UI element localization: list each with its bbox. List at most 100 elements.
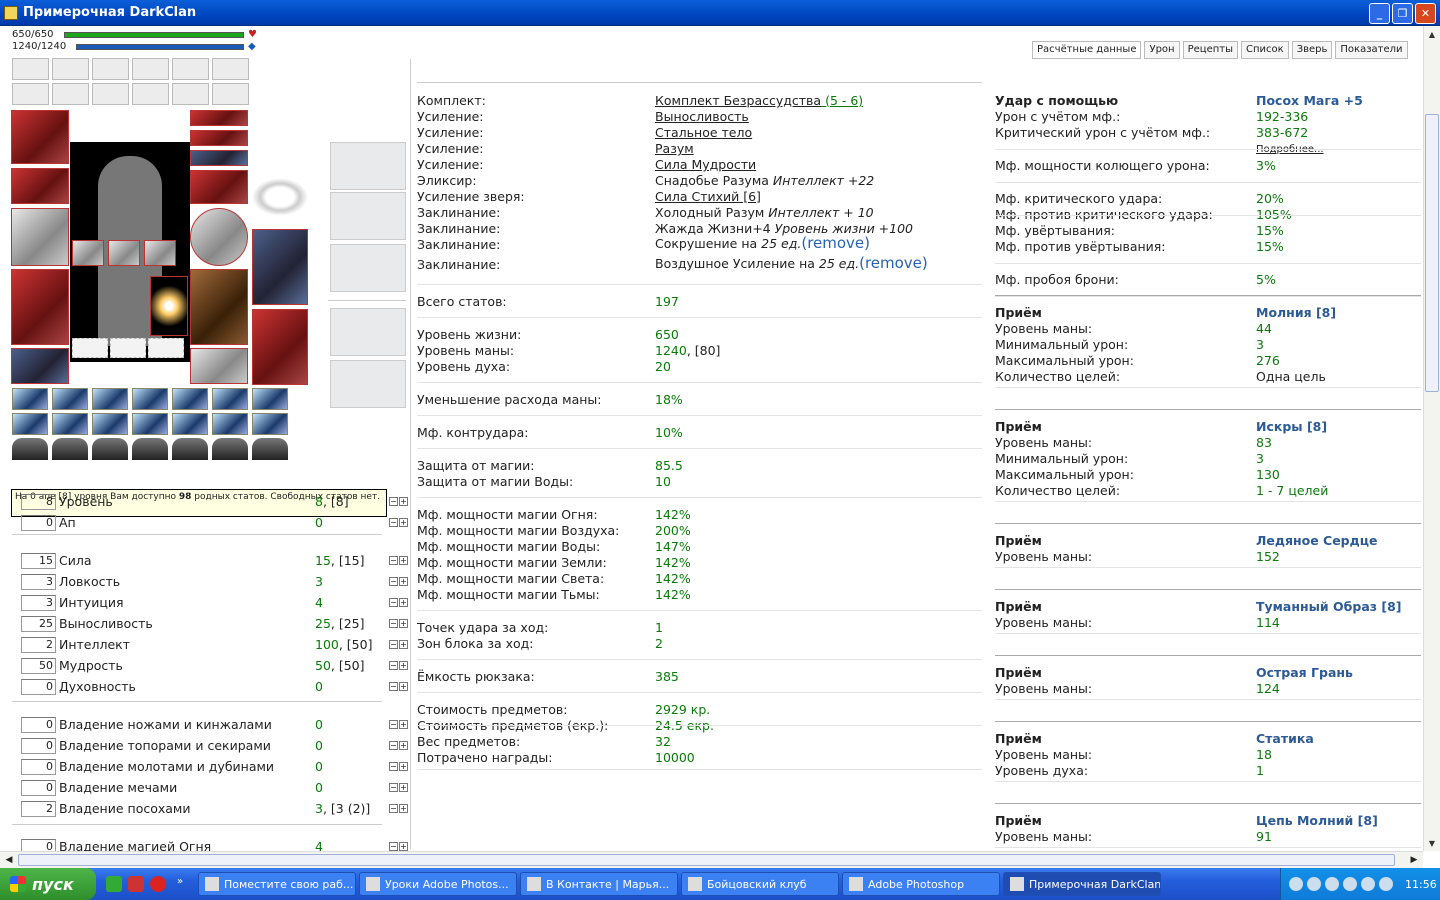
scroll-slot[interactable] [132, 58, 169, 80]
tab-5[interactable]: Показатели [1335, 41, 1408, 59]
scroll-slot[interactable] [52, 58, 89, 80]
skill-name[interactable]: Туманный Образ [8] [1256, 599, 1402, 614]
detail-link[interactable]: Стальное тело [655, 125, 752, 140]
rune-slot[interactable] [52, 388, 88, 410]
minus-icon[interactable]: − [389, 720, 398, 729]
plus-icon[interactable]: + [399, 804, 408, 813]
scroll-slot[interactable] [212, 58, 249, 80]
pet-hand-slot[interactable] [330, 192, 406, 240]
minus-icon[interactable]: − [389, 497, 398, 506]
tray-icon[interactable] [1325, 877, 1339, 891]
tab-0[interactable]: Расчётные данные [1032, 41, 1142, 59]
bracers-slot[interactable] [11, 168, 69, 204]
scroll-slot[interactable] [12, 58, 49, 80]
minus-icon[interactable]: − [389, 661, 398, 670]
stat-input[interactable]: 3 [21, 574, 56, 590]
taskbar-item[interactable]: Поместите свою раб... [198, 872, 356, 896]
stat-input[interactable]: 0 [21, 780, 56, 796]
rune-slot[interactable] [132, 413, 168, 435]
detail-link[interactable]: Разум [655, 141, 694, 156]
skill-name[interactable]: Молния [8] [1256, 305, 1336, 320]
pet-slot[interactable] [330, 244, 406, 292]
rings-slot[interactable] [190, 150, 248, 166]
stat-input[interactable]: 2 [21, 801, 56, 817]
skill-name[interactable]: Искры [8] [1256, 419, 1327, 434]
minus-icon[interactable]: − [389, 682, 398, 691]
chevron-icon[interactable]: » [172, 876, 188, 892]
pants-slot[interactable] [190, 269, 248, 345]
rune-slot[interactable] [172, 388, 208, 410]
minus-icon[interactable]: − [389, 804, 398, 813]
plus-icon[interactable]: + [399, 783, 408, 792]
tray-icon[interactable] [1289, 877, 1303, 891]
tab-3[interactable]: Список [1241, 41, 1289, 59]
scroll-slot[interactable] [92, 83, 129, 105]
start-button[interactable]: пуск [0, 868, 96, 900]
minus-icon[interactable]: − [389, 619, 398, 628]
helmet-slot[interactable] [11, 110, 69, 164]
detail-value[interactable]: Разум [655, 141, 694, 156]
plus-icon[interactable]: + [399, 518, 408, 527]
minus-icon[interactable]: − [389, 762, 398, 771]
close-button[interactable]: ✕ [1415, 3, 1436, 24]
weapon-slot[interactable] [11, 208, 69, 266]
window-titlebar[interactable]: Примерочная DarkClan _ ❐ ✕ [0, 0, 1440, 26]
remove-link[interactable]: (remove) [859, 254, 928, 272]
plus-icon[interactable]: + [399, 640, 408, 649]
rune-slot[interactable] [252, 413, 288, 435]
scroll-slot[interactable] [12, 83, 49, 105]
stat-input[interactable]: 0 [21, 759, 56, 775]
maximize-button[interactable]: ❐ [1392, 3, 1413, 24]
scroll-slot[interactable] [52, 83, 89, 105]
stat-input[interactable]: 0 [21, 738, 56, 754]
minus-icon[interactable]: − [389, 842, 398, 851]
minus-icon[interactable]: − [389, 518, 398, 527]
gloves-slot[interactable] [190, 170, 248, 204]
skill-name[interactable]: Ледяное Сердце [1256, 533, 1377, 548]
empty-rune-slot[interactable] [12, 438, 48, 460]
earring-slot[interactable] [190, 110, 248, 126]
minus-icon[interactable]: − [389, 598, 398, 607]
rune-slot[interactable] [132, 388, 168, 410]
skill-name[interactable]: Статика [1256, 731, 1314, 746]
stat-input[interactable]: 25 [21, 616, 56, 632]
vertical-scroll-thumb[interactable] [1425, 114, 1439, 392]
scroll-slot[interactable] [172, 58, 209, 80]
plus-icon[interactable]: + [399, 762, 408, 771]
tray-icon[interactable] [1361, 877, 1375, 891]
plus-icon[interactable]: + [399, 497, 408, 506]
scroll-up-icon[interactable]: ▲ [1425, 27, 1439, 41]
minus-icon[interactable]: − [389, 556, 398, 565]
shirt-slot[interactable] [252, 229, 308, 305]
scroll-slot[interactable] [212, 83, 249, 105]
scroll-left-icon[interactable]: ◀ [2, 853, 16, 867]
boots-slot[interactable] [190, 348, 248, 384]
ring-slot-3[interactable] [148, 338, 184, 358]
amulet-slot-3[interactable] [144, 240, 176, 266]
plus-icon[interactable]: + [399, 661, 408, 670]
stat-input[interactable]: 3 [21, 595, 56, 611]
minus-icon[interactable]: − [389, 741, 398, 750]
stat-input[interactable]: 2 [21, 637, 56, 653]
plus-icon[interactable]: + [399, 842, 408, 851]
scroll-slot[interactable] [172, 83, 209, 105]
rune-slot[interactable] [92, 413, 128, 435]
armor-slot[interactable] [11, 269, 69, 345]
crown-slot[interactable] [252, 178, 308, 216]
tab-4[interactable]: Зверь [1291, 41, 1333, 59]
empty-rune-slot[interactable] [252, 438, 288, 460]
tray-icon[interactable] [1379, 877, 1393, 891]
rune-slot[interactable] [212, 413, 248, 435]
remove-link[interactable]: (remove) [801, 234, 870, 252]
stat-input[interactable]: 0 [21, 717, 56, 733]
detail-value[interactable]: Сила Стихий [6] [655, 189, 761, 204]
scroll-slot[interactable] [132, 83, 169, 105]
detail-link[interactable]: Комплект Безрассудства [655, 93, 821, 108]
orb-slot[interactable] [150, 276, 188, 336]
tab-1[interactable]: Урон [1144, 41, 1180, 59]
stat-input[interactable]: 8 [21, 494, 56, 510]
empty-rune-slot[interactable] [52, 438, 88, 460]
plus-icon[interactable]: + [399, 619, 408, 628]
shield-slot[interactable] [190, 208, 248, 266]
minus-icon[interactable]: − [389, 783, 398, 792]
